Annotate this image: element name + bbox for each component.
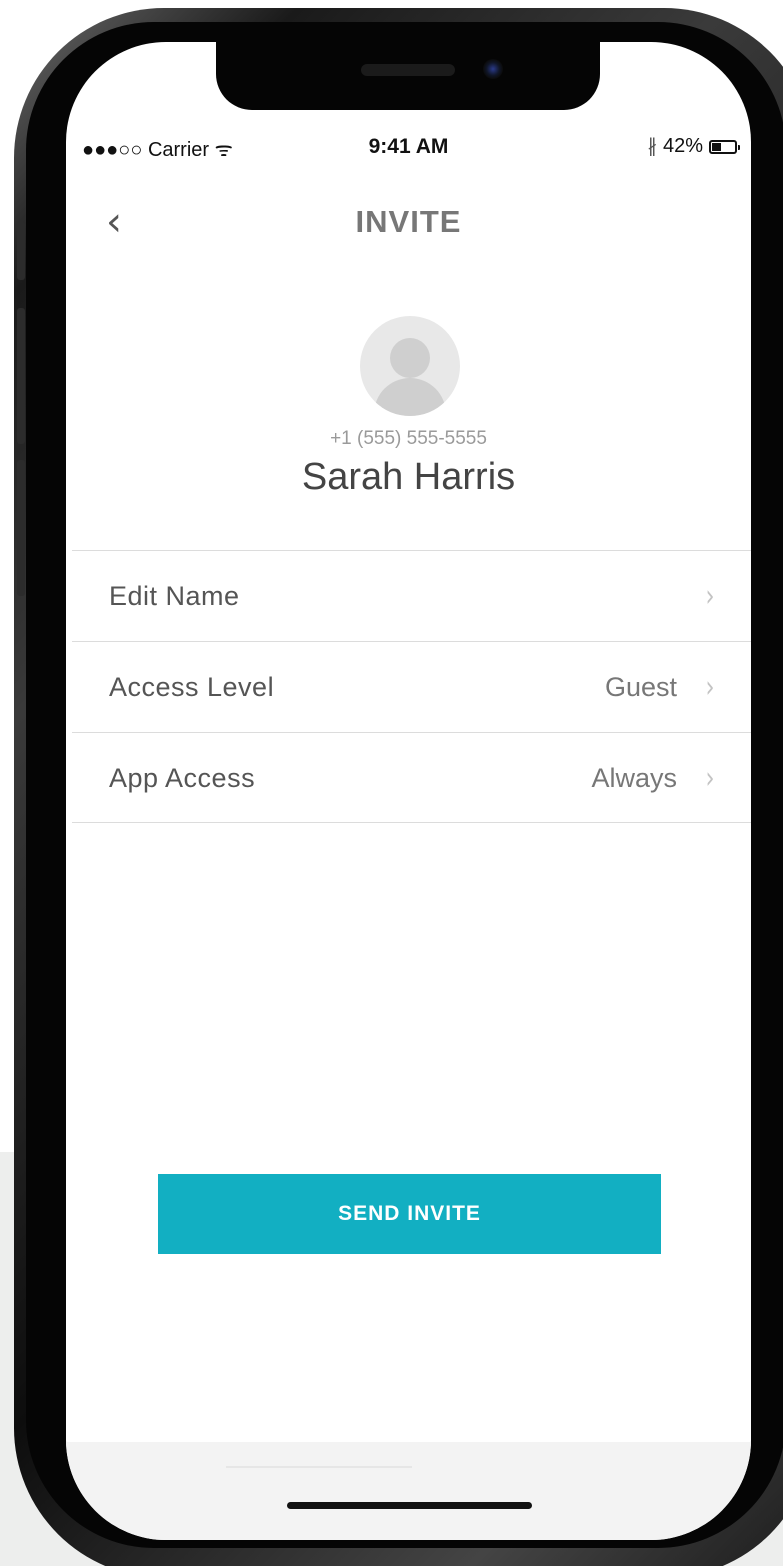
avatar-placeholder-icon <box>360 316 460 416</box>
footer-divider <box>226 1466 412 1468</box>
row-label: Access Level <box>109 672 275 702</box>
battery-percent: 42% <box>662 135 703 157</box>
avatar-body <box>374 378 446 416</box>
status-right: ∦ 42% <box>647 135 740 158</box>
earpiece-speaker <box>361 64 455 76</box>
battery-icon <box>709 139 740 154</box>
status-bar: ●●●○○ Carrier ᯤ 9:41 AM ∦ 42% <box>66 132 751 162</box>
bluetooth-icon: ∦ <box>647 136 657 157</box>
row-app-access[interactable]: App Access Always › <box>72 732 751 823</box>
row-label: App Access <box>109 763 256 793</box>
front-camera <box>483 59 503 79</box>
contact-phone: +1 (555) 555-5555 <box>330 428 487 449</box>
chevron-right-icon: › <box>705 579 715 614</box>
volume-down-button <box>17 460 25 596</box>
footer-area <box>66 1442 751 1540</box>
send-invite-button[interactable]: SEND INVITE <box>158 1174 661 1254</box>
row-label: Edit Name <box>109 581 240 611</box>
row-edit-name[interactable]: Edit Name › <box>72 550 751 641</box>
home-indicator[interactable] <box>287 1502 532 1509</box>
chevron-right-icon: › <box>705 670 715 705</box>
page-title: INVITE <box>355 204 462 239</box>
row-access-level[interactable]: Access Level Guest › <box>72 641 751 732</box>
notch <box>216 42 600 110</box>
row-value: Guest <box>604 672 677 702</box>
phone-screen: ●●●○○ Carrier ᯤ 9:41 AM ∦ 42% ‹ INVITE +… <box>66 42 751 1540</box>
settings-list: Edit Name › Access Level Guest › App Acc… <box>72 550 751 823</box>
avatar-head <box>390 338 430 378</box>
mute-switch <box>17 222 25 280</box>
volume-up-button <box>17 308 25 444</box>
row-value: Always <box>591 763 677 793</box>
battery-fill <box>712 142 722 151</box>
chevron-right-icon: › <box>705 761 715 796</box>
contact-name: Sarah Harris <box>301 456 516 498</box>
